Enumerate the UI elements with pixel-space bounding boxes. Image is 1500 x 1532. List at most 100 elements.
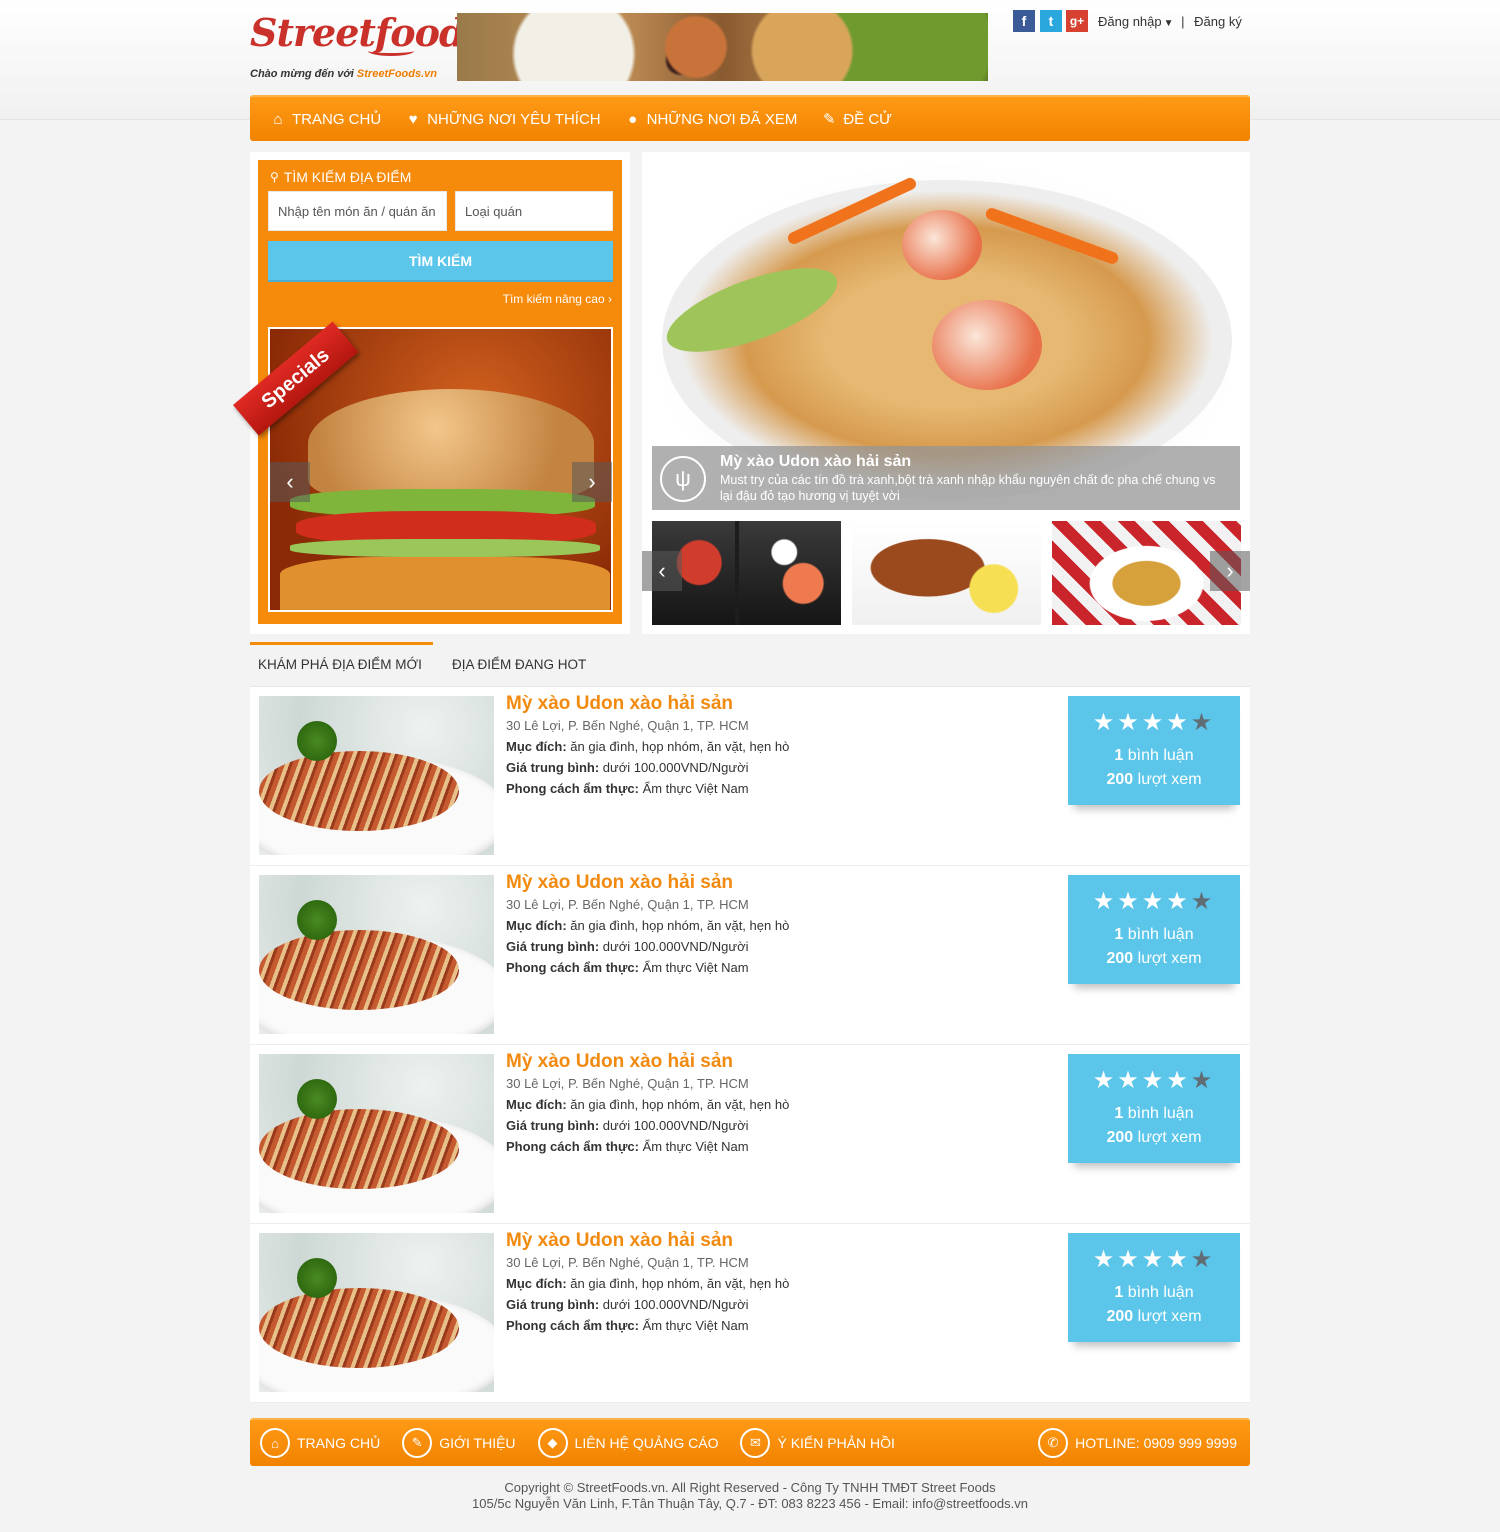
views-number: 200 [1106,1129,1134,1146]
phone-icon: ✆ [1038,1428,1069,1458]
price-label: Giá trung bình: [506,1297,600,1312]
star-icon: ★ [1117,1246,1142,1273]
purpose-label: Mục đích: [506,1097,567,1112]
hotline-text: HOTLINE: 0909 999 9999 [1075,1435,1237,1451]
mail-icon: ✉ [740,1428,771,1458]
tag-icon: ◆ [537,1428,568,1458]
listing-title[interactable]: Mỳ xào Udon xào hải sản [506,1230,733,1252]
comments-number: 1 [1114,1284,1124,1301]
thumbs-prev-button[interactable]: ‹ [642,551,682,591]
listing-row[interactable]: Mỳ xào Udon xào hải sản 30 Lê Lợi, P. Bến… [250,1045,1250,1224]
listing-price: Giá trung bình: dưới 100.000VND/Người [506,939,749,954]
listing-image[interactable] [259,696,494,855]
shrimp [932,300,1042,390]
listing-title[interactable]: Mỳ xào Udon xào hải sản [506,693,733,715]
listing-title[interactable]: Mỳ xào Udon xào hải sản [506,872,733,894]
main-nav: ⌂ TRANG CHỦ ♥ NHỮNG NƠI YÊU THÍCH ● NHỮN… [250,95,1250,141]
tab-new-places[interactable]: KHÁM PHÁ ĐỊA ĐIỂM MỚI [258,657,422,672]
twitter-icon[interactable]: t [1040,10,1062,32]
star-icon: ★ [1166,709,1191,736]
star-icon: ★ [1190,709,1216,736]
footer-item-label: TRANG CHỦ [297,1435,381,1451]
copyright: Copyright © StreetFoods.vn. All Right Re… [250,1480,1250,1512]
views-number: 200 [1106,950,1134,967]
place-type-select[interactable]: Loại quán [455,191,613,231]
tab-hot-places[interactable]: ĐỊA ĐIỂM ĐANG HOT [452,657,586,672]
star-icon: ★ [1141,1067,1167,1094]
slide-caption-title[interactable]: Mỳ xào Udon xào hải sản [720,453,911,471]
nav-item-recommend[interactable]: ✎ ĐỀ CỬ [821,110,892,129]
advanced-search-link[interactable]: Tìm kiếm nâng cao › [503,292,612,306]
comments-count: 1 bình luận [1068,1105,1240,1123]
pasta [259,1109,459,1189]
nav-item-visited[interactable]: ● NHỮNG NƠI ĐÃ XEM [625,111,797,128]
pasta [259,930,459,1010]
register-link[interactable]: Đăng ký [1194,14,1242,29]
facebook-icon[interactable]: f [1013,10,1035,32]
price-value: dưới 100.000VND/Người [602,1118,749,1133]
nav-item-label: ĐỀ CỬ [843,110,892,128]
comments-count: 1 bình luận [1068,1284,1240,1302]
star-icon: ★ [1117,1067,1142,1094]
google-plus-icon[interactable]: g+ [1066,10,1088,32]
specials-prev-button[interactable]: ‹ [270,462,310,502]
chevron-right-icon: › [608,292,612,306]
nav-item-label: NHỮNG NƠI YÊU THÍCH [427,110,601,128]
thumbs-next-button[interactable]: › [1210,551,1250,591]
views-count: 200 lượt xem [1068,950,1240,968]
listing-row[interactable]: Mỳ xào Udon xào hải sản 30 Lê Lợi, P. Bến… [250,866,1250,1045]
slider-thumbnail[interactable] [852,521,1041,625]
listing-image[interactable] [259,875,494,1034]
search-button[interactable]: TÌM KIẾM [268,241,613,282]
style-value: Ẩm thực Việt Nam [642,960,749,975]
listing-style: Phong cách ẩm thực: Ẩm thực Việt Nam [506,960,749,975]
hotline[interactable]: ✆ HOTLINE: 0909 999 9999 [1038,1428,1237,1458]
purpose-label: Mục đích: [506,918,567,933]
specials-next-button[interactable]: › [572,462,612,502]
listing-purpose: Mục đích: ăn gia đình, họp nhóm, ăn vặt,… [506,1276,789,1291]
advanced-search-label: Tìm kiếm nâng cao [502,292,605,306]
star-icon: ★ [1141,1246,1167,1273]
listing-row[interactable]: Mỳ xào Udon xào hải sản 30 Lê Lợi, P. Bến… [250,687,1250,866]
listing-row[interactable]: Mỳ xào Udon xào hải sản 30 Lê Lợi, P. Bến… [250,1224,1250,1403]
price-value: dưới 100.000VND/Người [602,760,749,775]
star-icon: ★ [1190,1067,1216,1094]
rating-box[interactable]: ★★★★★ 1 bình luận 200 lượt xem [1068,875,1240,984]
nav-item-label: TRANG CHỦ [292,110,382,128]
footer-item-feedback[interactable]: ✉ Ý KIẾN PHẢN HỒI [740,1428,895,1458]
rating-box[interactable]: ★★★★★ 1 bình luận 200 lượt xem [1068,696,1240,805]
site-logo[interactable]: Streetfoods Chào mừng đến với StreetFood… [250,8,486,84]
style-value: Ẩm thực Việt Nam [642,1139,749,1154]
rating-box[interactable]: ★★★★★ 1 bình luận 200 lượt xem [1068,1054,1240,1163]
login-link[interactable]: Đăng nhập [1098,14,1162,29]
purpose-label: Mục đích: [506,1276,567,1291]
slide-caption-description: Must try của các tín đồ trà xanh,bột trà… [720,473,1216,503]
listing-title[interactable]: Mỳ xào Udon xào hải sản [506,1051,733,1073]
fork-knife-icon: ψ [660,456,706,502]
auth-links: Đăng nhập ▼ | Đăng ký [1098,14,1242,29]
dish-search-input[interactable]: Nhập tên món ăn / quán ăn [268,191,447,231]
star-icon: ★ [1141,888,1167,915]
chevron-down-icon[interactable]: ▼ [1164,18,1174,29]
listing-image[interactable] [259,1233,494,1392]
footer-item-home[interactable]: ⌂ TRANG CHỦ [260,1428,380,1458]
star-icon: ★ [1166,1067,1191,1094]
style-label: Phong cách ẩm thực: [506,1139,639,1154]
listing-image[interactable] [259,1054,494,1213]
pasta [259,1288,459,1368]
nav-item-favorites[interactable]: ♥ NHỮNG NƠI YÊU THÍCH [405,110,601,128]
listing-purpose: Mục đích: ăn gia đình, họp nhóm, ăn vặt,… [506,1097,789,1112]
price-label: Giá trung bình: [506,1118,600,1133]
star-icon: ★ [1092,1246,1118,1273]
listing-address: 30 Lê Lợi, P. Bến Nghé, Quận 1, TP. HCM [506,897,749,912]
pencil-icon: ✎ [402,1428,433,1458]
footer-item-advertise[interactable]: ◆ LIÊN HỆ QUẢNG CÁO [537,1428,718,1458]
rating-box[interactable]: ★★★★★ 1 bình luận 200 lượt xem [1068,1233,1240,1342]
listing-price: Giá trung bình: dưới 100.000VND/Người [506,760,749,775]
style-label: Phong cách ẩm thực: [506,1318,639,1333]
herb-garnish [297,721,337,761]
home-icon: ⌂ [260,1428,290,1458]
pasta [259,751,459,831]
nav-item-home[interactable]: ⌂ TRANG CHỦ [270,111,381,128]
footer-item-about[interactable]: ✎ GIỚI THIỆU [402,1428,516,1458]
